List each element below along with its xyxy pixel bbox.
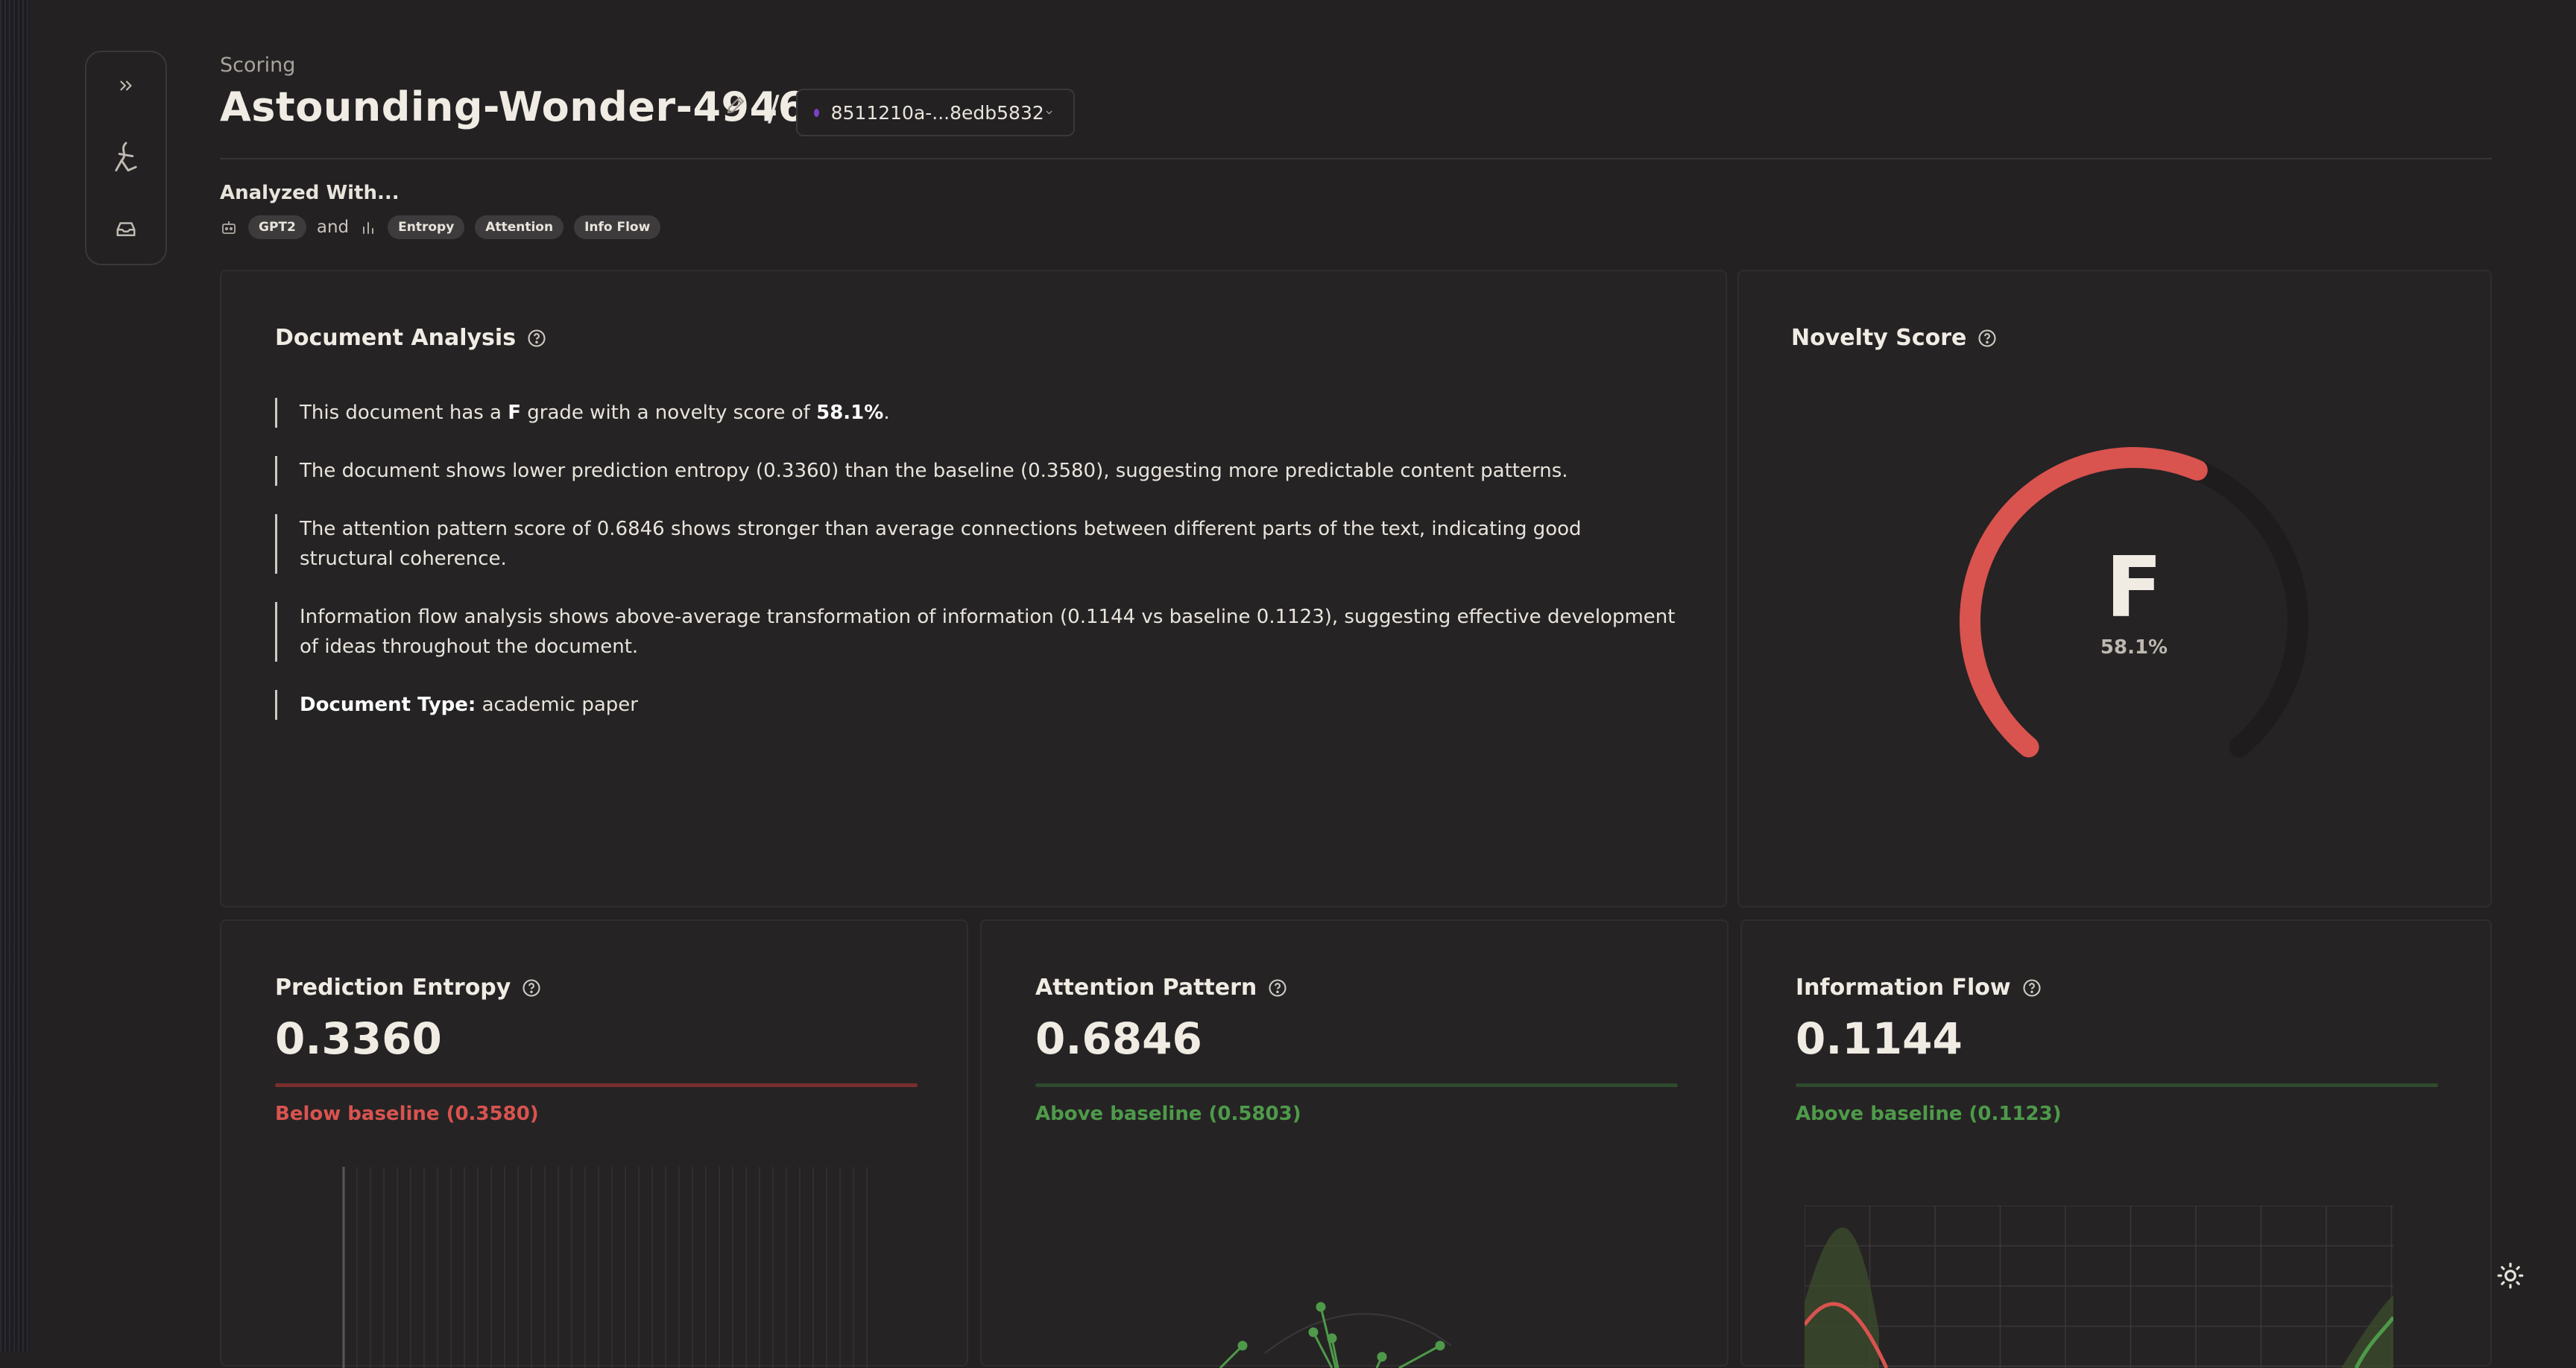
help-icon[interactable] xyxy=(526,328,547,349)
score-text: 58.1% xyxy=(816,402,884,424)
analysis-document-type-item: Document Type: academic paper xyxy=(275,690,1676,720)
header-divider xyxy=(220,158,2492,159)
prediction-entropy-note: Below baseline (0.3580) xyxy=(275,1103,539,1125)
metric-chip-entropy: Entropy xyxy=(388,215,465,239)
entropy-chart xyxy=(342,1167,868,1368)
chevron-down-icon xyxy=(1046,110,1052,115)
inbox-icon xyxy=(116,222,136,236)
and-text: and xyxy=(316,218,350,237)
sun-icon xyxy=(2497,1262,2524,1289)
novelty-gauge: F 58.1% xyxy=(1940,428,2328,815)
sidebar-rail xyxy=(85,51,167,265)
information-flow-note: Above baseline (0.1123) xyxy=(1796,1103,2062,1125)
grade-text: F xyxy=(508,402,522,424)
edge-decoration xyxy=(0,0,30,1352)
home-logo-button[interactable] xyxy=(100,131,152,183)
document-analysis-title: Document Analysis xyxy=(275,325,517,351)
metric-chip-info-flow: Info Flow xyxy=(574,215,661,239)
novelty-score-card: Novelty Score F 58.1% xyxy=(1737,270,2492,908)
document-analysis-header: Document Analysis xyxy=(275,325,547,351)
theme-toggle-button[interactable] xyxy=(2491,1256,2530,1295)
prediction-entropy-value: 0.3360 xyxy=(275,1013,442,1064)
analyzed-with-label: Analyzed With... xyxy=(220,182,400,204)
attention-pattern-card: Attention Pattern 0.6846 Above baseline … xyxy=(980,919,1729,1368)
attention-pattern-bar xyxy=(1035,1083,1678,1087)
novelty-score-header: Novelty Score xyxy=(1791,325,1998,351)
information-flow-title: Information Flow xyxy=(1796,975,2011,1001)
analyzed-with-row: GPT2 and Entropy Attention Info Flow xyxy=(220,214,661,241)
novelty-percent: 58.1% xyxy=(2100,636,2168,659)
chevrons-right-icon xyxy=(120,80,132,91)
help-icon[interactable] xyxy=(521,978,542,998)
metric-chip-attention: Attention xyxy=(475,215,564,239)
model-chip: GPT2 xyxy=(248,215,306,239)
title-separator: / xyxy=(768,88,780,128)
attention-graph xyxy=(1219,1302,1452,1368)
novelty-grade: F xyxy=(2105,539,2163,636)
attention-pattern-value: 0.6846 xyxy=(1035,1013,1202,1064)
analysis-info-flow-item: Information flow analysis shows above-av… xyxy=(275,602,1676,662)
breadcrumb[interactable]: Scoring xyxy=(220,54,295,77)
brand-logo-icon xyxy=(115,142,137,172)
prediction-entropy-bar xyxy=(275,1083,918,1087)
analysis-summary-item: This document has a F grade with a novel… xyxy=(275,398,1676,428)
version-select[interactable]: 8511210a-...8edb5832 xyxy=(796,89,1075,136)
analysis-entropy-item: The document shows lower prediction entr… xyxy=(275,456,1676,486)
information-flow-value: 0.1144 xyxy=(1796,1013,1963,1064)
robot-icon xyxy=(222,221,236,234)
attention-pattern-title: Attention Pattern xyxy=(1035,975,1257,1001)
novelty-score-title: Novelty Score xyxy=(1791,325,1967,351)
help-icon[interactable] xyxy=(1977,328,1998,349)
attention-pattern-note: Above baseline (0.5803) xyxy=(1035,1103,1301,1125)
document-analysis-card: Document Analysis This document has a F … xyxy=(220,270,1727,908)
information-flow-card: Information Flow 0.1144 Above baseline (… xyxy=(1740,919,2492,1368)
prediction-entropy-card: Prediction Entropy 0.3360 Below baseline… xyxy=(220,919,968,1368)
analysis-attention-item: The attention pattern score of 0.6846 sh… xyxy=(275,514,1676,574)
version-label: 8511210a-...8edb5832 xyxy=(830,101,1044,124)
prediction-entropy-title: Prediction Entropy xyxy=(275,975,511,1001)
help-icon[interactable] xyxy=(1267,978,1288,998)
information-flow-chart xyxy=(1805,1206,2393,1368)
edit-title-button[interactable] xyxy=(724,94,750,119)
help-icon[interactable] xyxy=(2021,978,2042,998)
attention-pattern-header: Attention Pattern xyxy=(1035,975,1288,1001)
page-title: Astounding-Wonder-4946 xyxy=(220,83,806,130)
inbox-button[interactable] xyxy=(100,203,152,255)
information-flow-header: Information Flow xyxy=(1796,975,2042,1001)
analysis-list: This document has a F grade with a novel… xyxy=(275,398,1676,748)
version-status-dot xyxy=(814,108,819,117)
bar-chart-icon xyxy=(363,222,374,234)
pencil-icon xyxy=(727,96,745,114)
information-flow-bar xyxy=(1796,1083,2438,1087)
prediction-entropy-header: Prediction Entropy xyxy=(275,975,542,1001)
expand-sidebar-button[interactable] xyxy=(100,60,152,112)
